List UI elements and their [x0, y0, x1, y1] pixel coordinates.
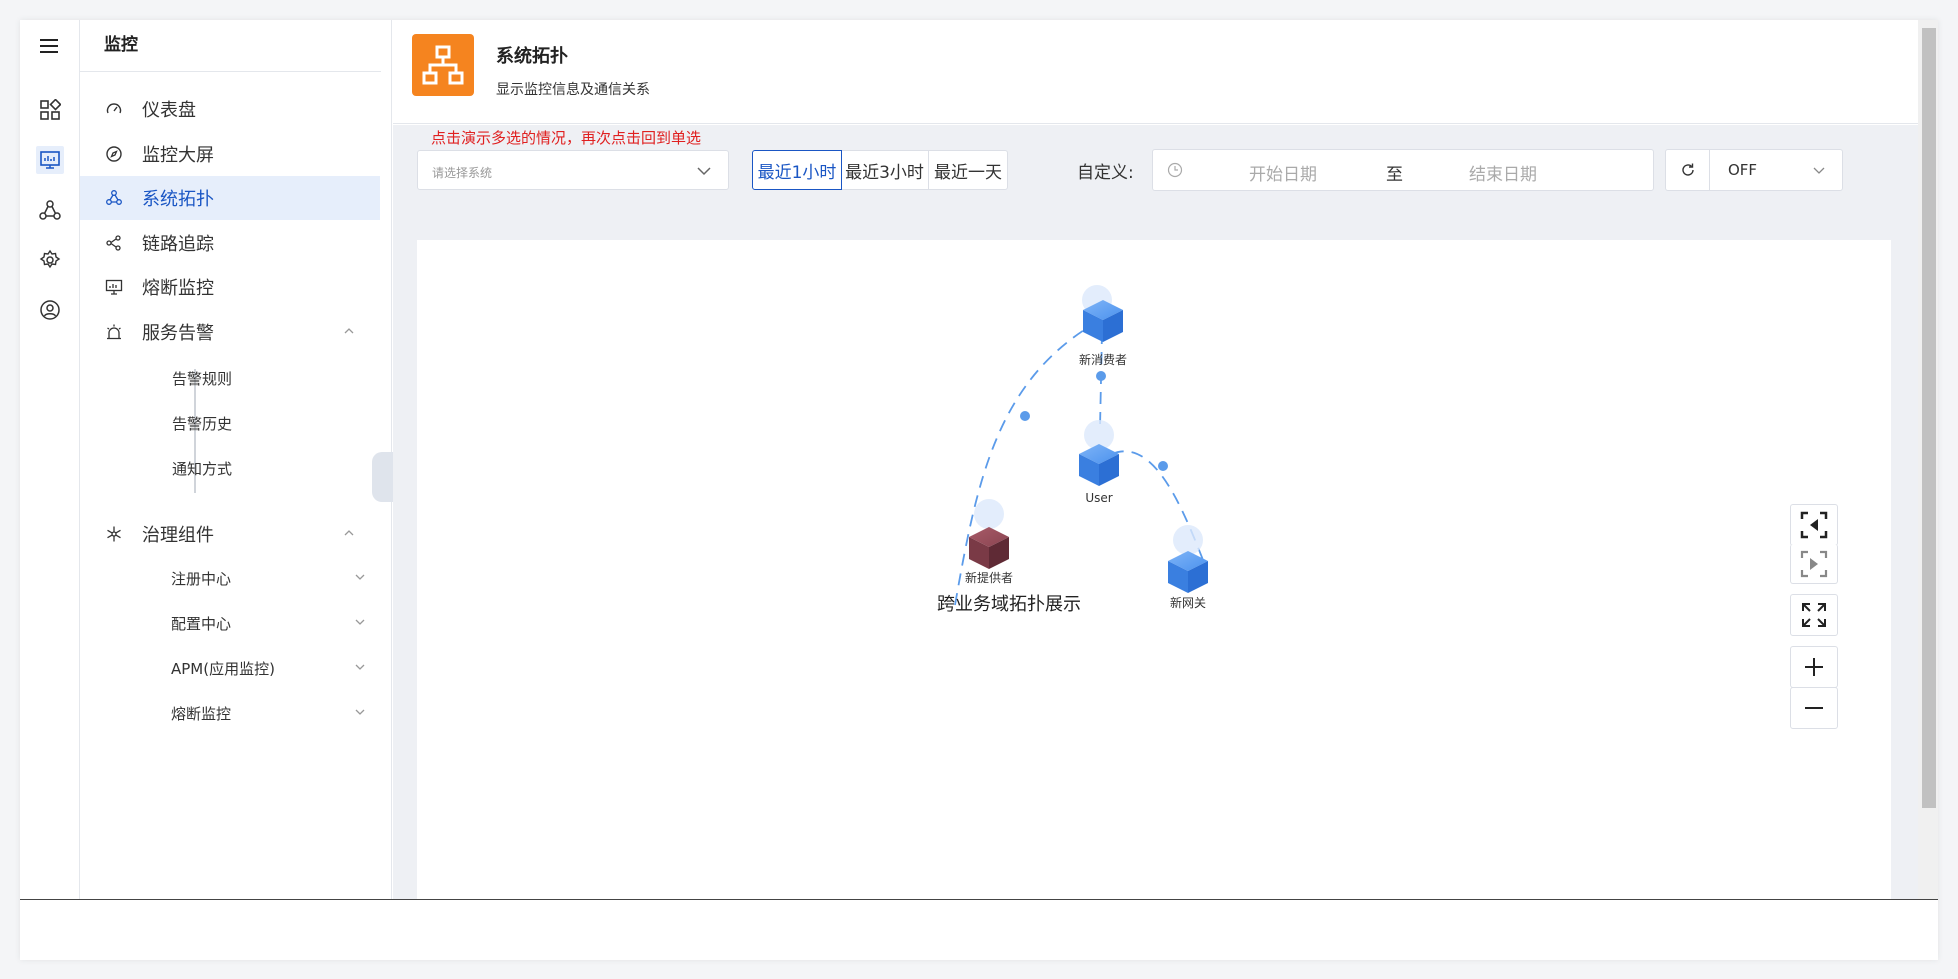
hamburger-menu-icon[interactable]: [37, 34, 61, 58]
refresh-interval-value: OFF: [1728, 161, 1758, 179]
side-menu: 监控 仪表盘 监控大屏 系统拓扑 链路追踪 熔断监控 服务告警 告警规则 告警历…: [80, 20, 392, 899]
focus-back-button[interactable]: [1790, 504, 1838, 546]
submenu-item-config-center[interactable]: 配置中心: [171, 608, 391, 638]
system-select-placeholder: 请选择系统: [432, 166, 493, 180]
chevron-down-icon: [355, 619, 365, 625]
node-label: 新提供者: [965, 570, 1013, 585]
topology-icon[interactable]: [36, 196, 64, 224]
submenu-item-label: 配置中心: [171, 614, 232, 633]
chevron-down-icon: [355, 709, 365, 715]
range-button-1d[interactable]: 最近一天: [928, 150, 1008, 190]
topology-canvas[interactable]: 新消费者 User 新提供者 新网关 跨业务域拓扑展示: [417, 240, 1891, 899]
menu-item-label: 治理组件: [142, 525, 214, 546]
menu-item-label: 服务告警: [142, 323, 214, 344]
alarm-icon: [104, 322, 124, 342]
menu-title: 监控: [104, 35, 138, 55]
compass-icon: [104, 144, 124, 164]
chevron-up-icon: [344, 328, 354, 334]
system-select[interactable]: 请选择系统: [417, 150, 729, 190]
clock-icon: [1167, 162, 1183, 178]
menu-item-dashboard[interactable]: 仪表盘: [80, 87, 380, 131]
auto-refresh-select[interactable]: OFF: [1665, 149, 1843, 191]
refresh-icon[interactable]: [1666, 150, 1710, 190]
page-header: 系统拓扑 显示监控信息及通信关系: [393, 20, 1918, 124]
range-button-3h[interactable]: 最近3小时: [841, 150, 929, 190]
submenu-item-label: APM(应用监控): [171, 659, 275, 678]
range-button-1h[interactable]: 最近1小时: [752, 150, 842, 190]
menu-collapse-handle[interactable]: [372, 452, 394, 502]
topology-edge: [1096, 331, 1106, 429]
zoom-out-button[interactable]: [1790, 687, 1838, 729]
submenu-item-circuit-monitor[interactable]: 熔断监控: [171, 698, 391, 728]
zoom-in-button[interactable]: [1790, 646, 1838, 688]
menu-item-label: 链路追踪: [142, 234, 214, 255]
node-label: 新消费者: [1079, 352, 1127, 367]
menu-item-label: 监控大屏: [142, 145, 214, 166]
submenu-item-alert-history[interactable]: 告警历史: [172, 413, 232, 434]
icon-rail: [20, 20, 80, 899]
menu-divider: [80, 71, 381, 72]
menu-item-service-alerts[interactable]: 服务告警: [80, 310, 380, 354]
submenu-item-apm[interactable]: APM(应用监控): [171, 653, 391, 683]
snowflake-icon: [104, 524, 124, 544]
scrollbar-thumb[interactable]: [1922, 28, 1936, 808]
topology-node-provider[interactable]: 新提供者: [965, 499, 1013, 585]
topology-node-gateway[interactable]: 新网关: [1168, 525, 1208, 610]
topology-node-consumer[interactable]: 新消费者: [1079, 285, 1127, 367]
fullscreen-button[interactable]: [1790, 594, 1838, 636]
user-account-icon[interactable]: [36, 296, 64, 324]
dashboard-grid-icon[interactable]: [36, 96, 64, 124]
chevron-down-icon: [697, 167, 711, 176]
submenu-item-registry[interactable]: 注册中心: [171, 563, 391, 593]
custom-range-label: 自定义:: [1077, 163, 1134, 183]
submenu-item-notify-methods[interactable]: 通知方式: [172, 458, 232, 479]
menu-item-label: 熔断监控: [142, 278, 214, 299]
chevron-down-icon: [355, 664, 365, 670]
node-label: 新网关: [1170, 595, 1206, 610]
demo-hint-text: 点击演示多选的情况，再次点击回到单选: [431, 129, 702, 147]
gauge-icon: [104, 99, 124, 119]
menu-item-circuit-breaker[interactable]: 熔断监控: [80, 265, 380, 309]
topology-logo-icon: [412, 34, 474, 96]
menu-item-trace[interactable]: 链路追踪: [80, 221, 380, 265]
start-date-input[interactable]: 开始日期: [1249, 160, 1317, 185]
group-label: 跨业务域拓扑展示: [937, 594, 1081, 615]
menu-item-label: 仪表盘: [142, 100, 196, 121]
footer-area: [20, 900, 1938, 960]
topology-graph[interactable]: 新消费者 User 新提供者 新网关 跨业务域拓扑展示: [417, 240, 1891, 899]
end-date-input[interactable]: 结束日期: [1469, 160, 1537, 185]
monitor-icon[interactable]: [36, 146, 64, 174]
date-range-picker[interactable]: 开始日期 至 结束日期: [1152, 149, 1654, 191]
topology-node-user[interactable]: User: [1079, 420, 1119, 505]
app-window: 监控 仪表盘 监控大屏 系统拓扑 链路追踪 熔断监控 服务告警 告警规则 告警历…: [20, 20, 1938, 960]
menu-item-label: 系统拓扑: [142, 189, 214, 210]
submenu-item-label: 注册中心: [171, 569, 232, 588]
main-content: 点击演示多选的情况，再次点击回到单选 请选择系统 最近1小时 最近3小时 最近一…: [393, 125, 1918, 899]
submenu-item-label: 熔断监控: [171, 704, 232, 723]
menu-item-system-topology[interactable]: 系统拓扑: [80, 176, 380, 220]
node-label: User: [1085, 491, 1112, 505]
submenu-item-alert-rules[interactable]: 告警规则: [172, 368, 232, 389]
monitor-icon: [104, 277, 124, 297]
menu-item-governance[interactable]: 治理组件: [80, 512, 380, 556]
vertical-scrollbar[interactable]: [1918, 20, 1938, 899]
trace-icon: [104, 233, 124, 253]
settings-gear-icon[interactable]: [36, 246, 64, 274]
play-button[interactable]: [1790, 544, 1838, 584]
page-subtitle: 显示监控信息及通信关系: [496, 82, 650, 98]
chevron-down-icon: [355, 574, 365, 580]
date-separator: 至: [1386, 165, 1403, 185]
chevron-up-icon: [344, 530, 354, 536]
chevron-down-icon: [1813, 167, 1825, 174]
menu-item-monitor-screen[interactable]: 监控大屏: [80, 132, 380, 176]
page-title: 系统拓扑: [496, 46, 568, 67]
topology-icon: [104, 188, 124, 208]
